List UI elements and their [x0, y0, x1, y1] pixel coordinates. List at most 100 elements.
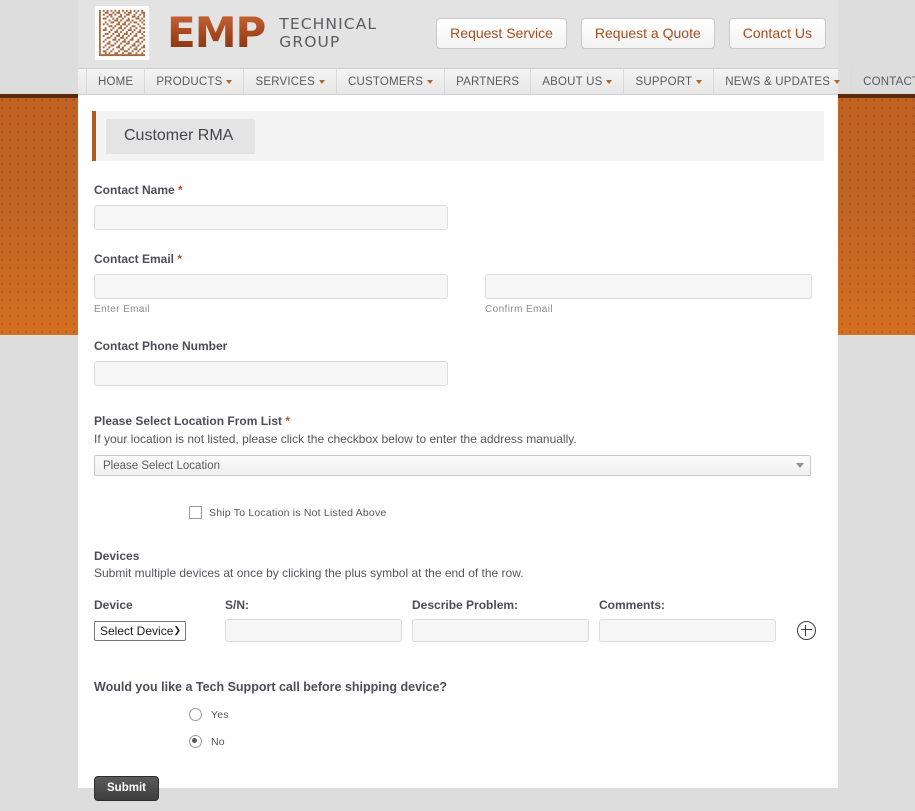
describe-problem-input[interactable] — [412, 619, 589, 642]
content-area: Customer RMA Contact Name * Contact Emai… — [78, 111, 838, 811]
page-title-bar: Customer RMA — [92, 111, 824, 161]
devices-note: Submit multiple devices at once by click… — [94, 566, 524, 580]
nav-item-home[interactable]: HOME — [86, 69, 146, 94]
contact-us-button[interactable]: Contact Us — [728, 18, 826, 49]
nav-item-products[interactable]: PRODUCTS — [145, 69, 245, 94]
nav-label-news-updates: NEWS & UPDATES — [725, 75, 831, 88]
describe-problem-cell — [412, 619, 599, 642]
page-container: EMP TECHNICAL GROUP Request Service Requ… — [78, 0, 915, 801]
serial-number-cell — [225, 619, 412, 642]
nav-item-partners[interactable]: PARTNERS — [445, 69, 532, 94]
nav-label-contact: CONTACT — [863, 75, 915, 88]
site-logo[interactable]: EMP TECHNICAL GROUP — [95, 6, 377, 60]
logo-emp-text: EMP — [167, 8, 266, 57]
contact-phone-label: Contact Phone Number — [94, 339, 228, 353]
column-header-device: Device — [94, 598, 133, 612]
required-asterisk: * — [177, 252, 183, 266]
logo-line-technical: TECHNICAL — [279, 15, 378, 33]
required-asterisk: * — [178, 183, 183, 197]
nav-item-customers[interactable]: CUSTOMERS — [337, 69, 446, 94]
logo-wordmark: EMP TECHNICAL GROUP — [167, 12, 377, 54]
nav-item-news-updates[interactable]: NEWS & UPDATES — [714, 69, 853, 94]
confirm-email-input[interactable] — [485, 274, 812, 299]
nav-label-products: PRODUCTS — [156, 75, 223, 88]
nav-item-contact[interactable]: CONTACT — [852, 69, 915, 94]
nav-label-home: HOME — [98, 75, 134, 88]
nav-label-partners: PARTNERS — [456, 75, 520, 88]
nav-label-services: SERVICES — [255, 75, 316, 88]
page-title: Customer RMA — [106, 118, 256, 154]
tech-support-option-yes[interactable]: Yes — [189, 708, 822, 721]
submit-button[interactable]: Submit — [94, 776, 159, 801]
contact-email-group: Contact Email * Enter Email Confirm Emai… — [94, 252, 822, 315]
device-selected-value: Select Device — [100, 623, 174, 638]
ship-to-not-listed-row[interactable]: Ship To Location is Not Listed Above — [189, 506, 822, 519]
device-select-cell: Select Device ❯ — [94, 620, 225, 641]
devices-table-header-row: Device S/N: Describe Problem: Comments: — [94, 598, 822, 612]
logo-technical-group-text: TECHNICAL GROUP — [279, 15, 377, 51]
table-row: Select Device ❯ — [94, 619, 822, 642]
contact-email-label-text: Contact Email — [94, 252, 175, 266]
confirm-email-helper: Confirm Email — [485, 304, 553, 315]
contact-phone-group: Contact Phone Number — [94, 339, 822, 386]
radio-no[interactable] — [189, 735, 202, 748]
comments-cell — [599, 619, 786, 642]
location-selected-value: Please Select Location — [103, 459, 220, 472]
contact-name-input[interactable] — [94, 205, 448, 230]
confirm-email-column: Confirm Email — [485, 274, 812, 315]
email-fields-row: Enter Email Confirm Email — [94, 274, 822, 315]
contact-name-group: Contact Name * — [94, 183, 822, 230]
submit-row: Submit — [94, 776, 822, 811]
devices-section-header: Devices Submit multiple devices at once … — [94, 549, 822, 580]
enter-email-column: Enter Email — [94, 274, 448, 315]
contact-name-label-text: Contact Name — [94, 183, 175, 197]
plus-circle-icon[interactable] — [797, 621, 816, 640]
location-group: Please Select Location From List * If yo… — [94, 414, 822, 519]
chevron-down-icon — [606, 79, 613, 84]
column-header-serial-number: S/N: — [225, 598, 249, 612]
datamatrix-code-icon — [95, 6, 149, 60]
enter-email-input[interactable] — [94, 274, 448, 299]
contact-name-label: Contact Name * — [94, 183, 822, 197]
enter-email-helper: Enter Email — [94, 304, 151, 315]
main-navigation: HOME PRODUCTS SERVICES CUSTOMERS PARTNER… — [78, 68, 915, 95]
column-header-comments: Comments: — [599, 598, 666, 612]
nav-label-support: SUPPORT — [635, 75, 693, 88]
contact-email-label: Contact Email * — [94, 252, 822, 266]
tech-support-option-no[interactable]: No — [189, 735, 822, 748]
contact-phone-input[interactable] — [94, 361, 448, 386]
radio-yes[interactable] — [189, 708, 202, 721]
radio-yes-label: Yes — [211, 708, 229, 721]
location-select[interactable]: Please Select Location — [94, 455, 811, 476]
nav-label-customers: CUSTOMERS — [348, 75, 424, 88]
chevron-down-icon — [427, 79, 434, 84]
devices-title: Devices — [94, 549, 140, 563]
tech-support-question: Would you like a Tech Support call befor… — [94, 680, 448, 694]
location-label-text: Please Select Location From List — [94, 414, 283, 428]
devices-table: Device S/N: Describe Problem: Comments: … — [94, 598, 822, 642]
ship-to-not-listed-checkbox[interactable] — [189, 506, 202, 519]
customer-rma-form: Contact Name * Contact Email * Enter Ema… — [78, 161, 838, 811]
nav-item-support[interactable]: SUPPORT — [624, 69, 715, 94]
request-a-quote-button[interactable]: Request a Quote — [580, 18, 715, 49]
location-label: Please Select Location From List * — [94, 414, 822, 428]
serial-number-input[interactable] — [225, 619, 402, 642]
location-note: If your location is not listed, please c… — [94, 432, 577, 446]
site-header: EMP TECHNICAL GROUP Request Service Requ… — [78, 0, 838, 68]
comments-input[interactable] — [599, 619, 776, 642]
ship-to-not-listed-label: Ship To Location is Not Listed Above — [209, 506, 387, 519]
chevron-down-icon — [319, 79, 326, 84]
chevron-down-icon — [796, 463, 804, 468]
nav-item-about-us[interactable]: ABOUT US — [531, 69, 625, 94]
device-select[interactable]: Select Device ❯ — [94, 620, 186, 641]
header-action-buttons: Request Service Request a Quote Contact … — [436, 18, 826, 49]
chevron-down-icon — [226, 79, 233, 84]
nav-item-services[interactable]: SERVICES — [244, 69, 338, 94]
chevron-down-icon — [834, 79, 841, 84]
request-service-button[interactable]: Request Service — [436, 18, 567, 49]
required-asterisk: * — [285, 414, 291, 428]
column-header-describe-problem: Describe Problem: — [412, 598, 519, 612]
radio-no-label: No — [211, 735, 225, 748]
chevron-down-icon: ❯ — [173, 625, 181, 635]
chevron-down-icon — [696, 79, 703, 84]
